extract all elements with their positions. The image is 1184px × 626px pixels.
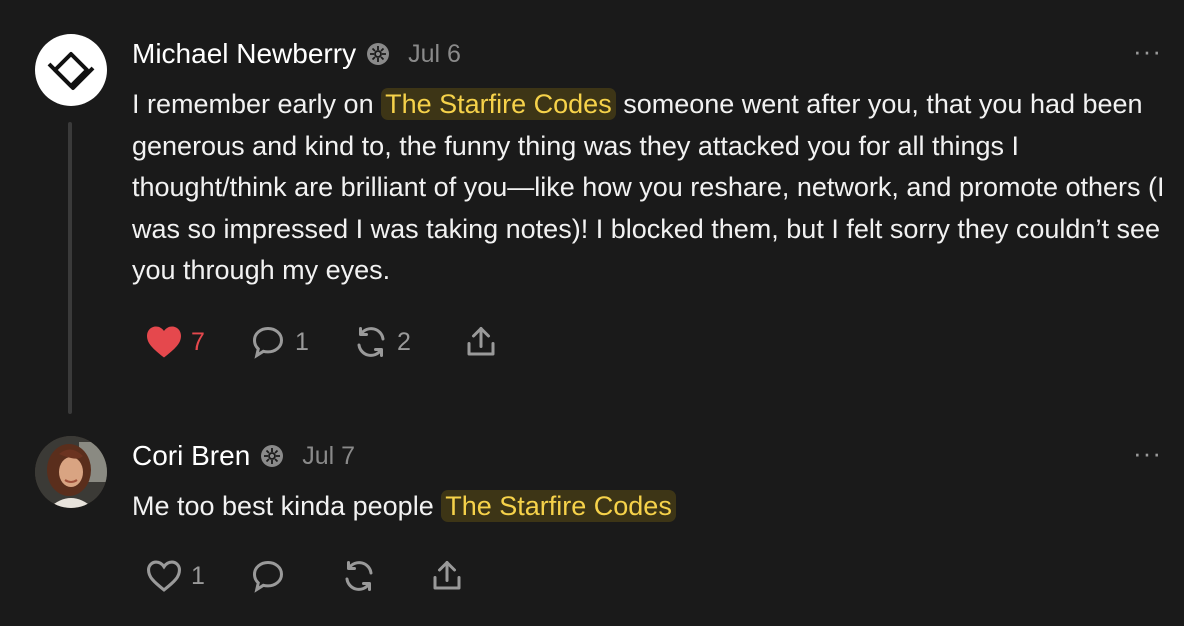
verified-badge-icon [260,444,284,468]
mention-link[interactable]: The Starfire Codes [441,490,676,522]
like-count: 7 [191,327,205,356]
reply-count: 1 [295,327,309,356]
comment-header: Cori Bren Jul 7 [132,438,355,474]
like-button[interactable]: 7 [145,322,205,362]
comment-header: Michael Newberry Jul 6 [132,36,461,72]
restack-icon [345,561,373,591]
heart-icon [147,326,181,358]
share-button[interactable] [463,322,499,362]
comment-thread: Michael Newberry Jul 6 ··· I remember ea… [0,0,1184,626]
restack-button[interactable] [341,556,377,596]
avatar-cori-bren[interactable] [35,436,107,508]
comment-body: I remember early on The Starfire Codes s… [132,84,1172,292]
restack-count: 2 [397,327,411,356]
comment-icon [252,560,284,593]
more-icon[interactable]: ··· [1133,38,1162,64]
verified-badge-icon [366,42,390,66]
like-count: 1 [191,561,205,590]
share-icon [467,327,495,356]
like-button[interactable]: 1 [145,556,205,596]
share-button[interactable] [429,556,465,596]
comment-text: I remember early on [132,89,382,119]
avatar-michael-newberry[interactable] [35,34,107,106]
author-name[interactable]: Cori Bren [132,440,250,472]
restack-button[interactable]: 2 [353,322,411,362]
thread-line [68,122,72,414]
comment-text: Me too best kinda people [132,491,442,521]
comment-icon [252,326,284,359]
comment-date[interactable]: Jul 6 [408,40,461,69]
restack-icon [357,327,385,357]
comment-date[interactable]: Jul 7 [302,442,355,471]
comment-body: Me too best kinda people The Starfire Co… [132,486,1172,528]
reply-button[interactable] [249,556,287,596]
author-name[interactable]: Michael Newberry [132,38,356,70]
heart-icon [146,560,182,592]
reply-button[interactable]: 1 [249,322,309,362]
more-icon[interactable]: ··· [1133,440,1162,466]
mention-link[interactable]: The Starfire Codes [381,88,616,120]
share-icon [433,561,461,590]
